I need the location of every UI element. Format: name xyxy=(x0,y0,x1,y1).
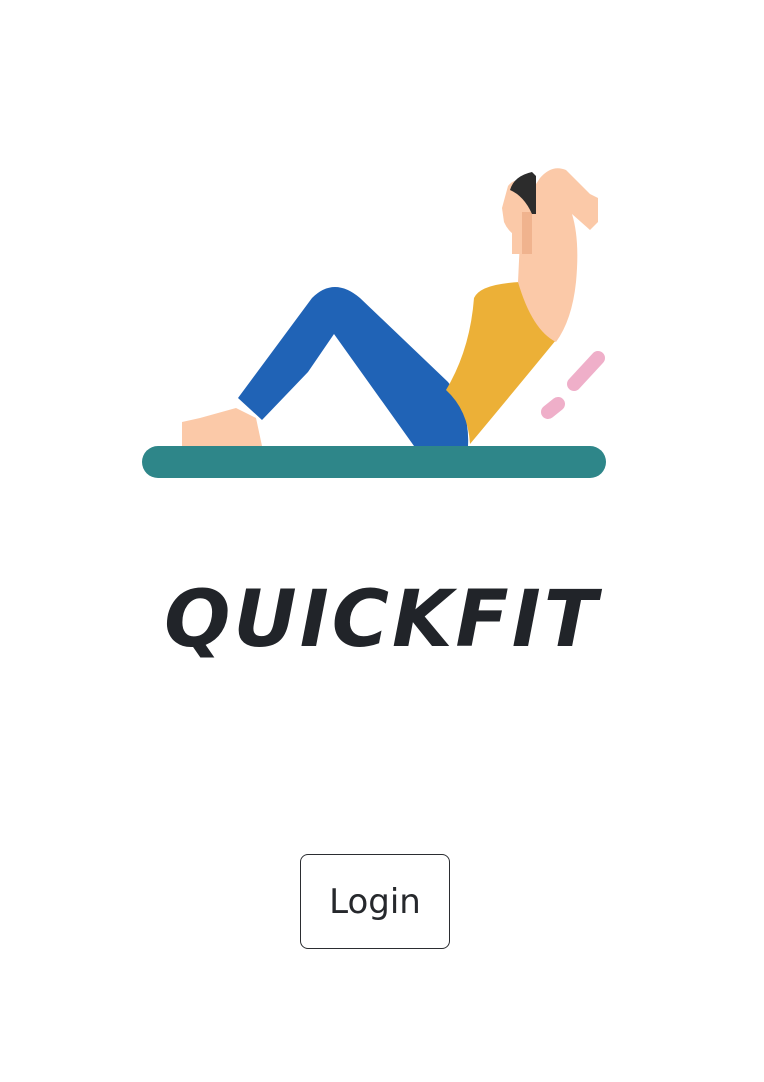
motion-line-1 xyxy=(567,351,605,391)
motion-line-2 xyxy=(541,397,565,419)
login-button[interactable]: Login xyxy=(300,854,450,949)
pants xyxy=(238,287,469,446)
exercise-mat xyxy=(142,446,606,478)
app-title: QUICKFIT xyxy=(164,575,600,665)
foot xyxy=(182,408,262,446)
crunch-illustration-icon xyxy=(142,168,606,478)
face-shadow xyxy=(522,212,532,254)
hero-illustration xyxy=(138,160,612,482)
